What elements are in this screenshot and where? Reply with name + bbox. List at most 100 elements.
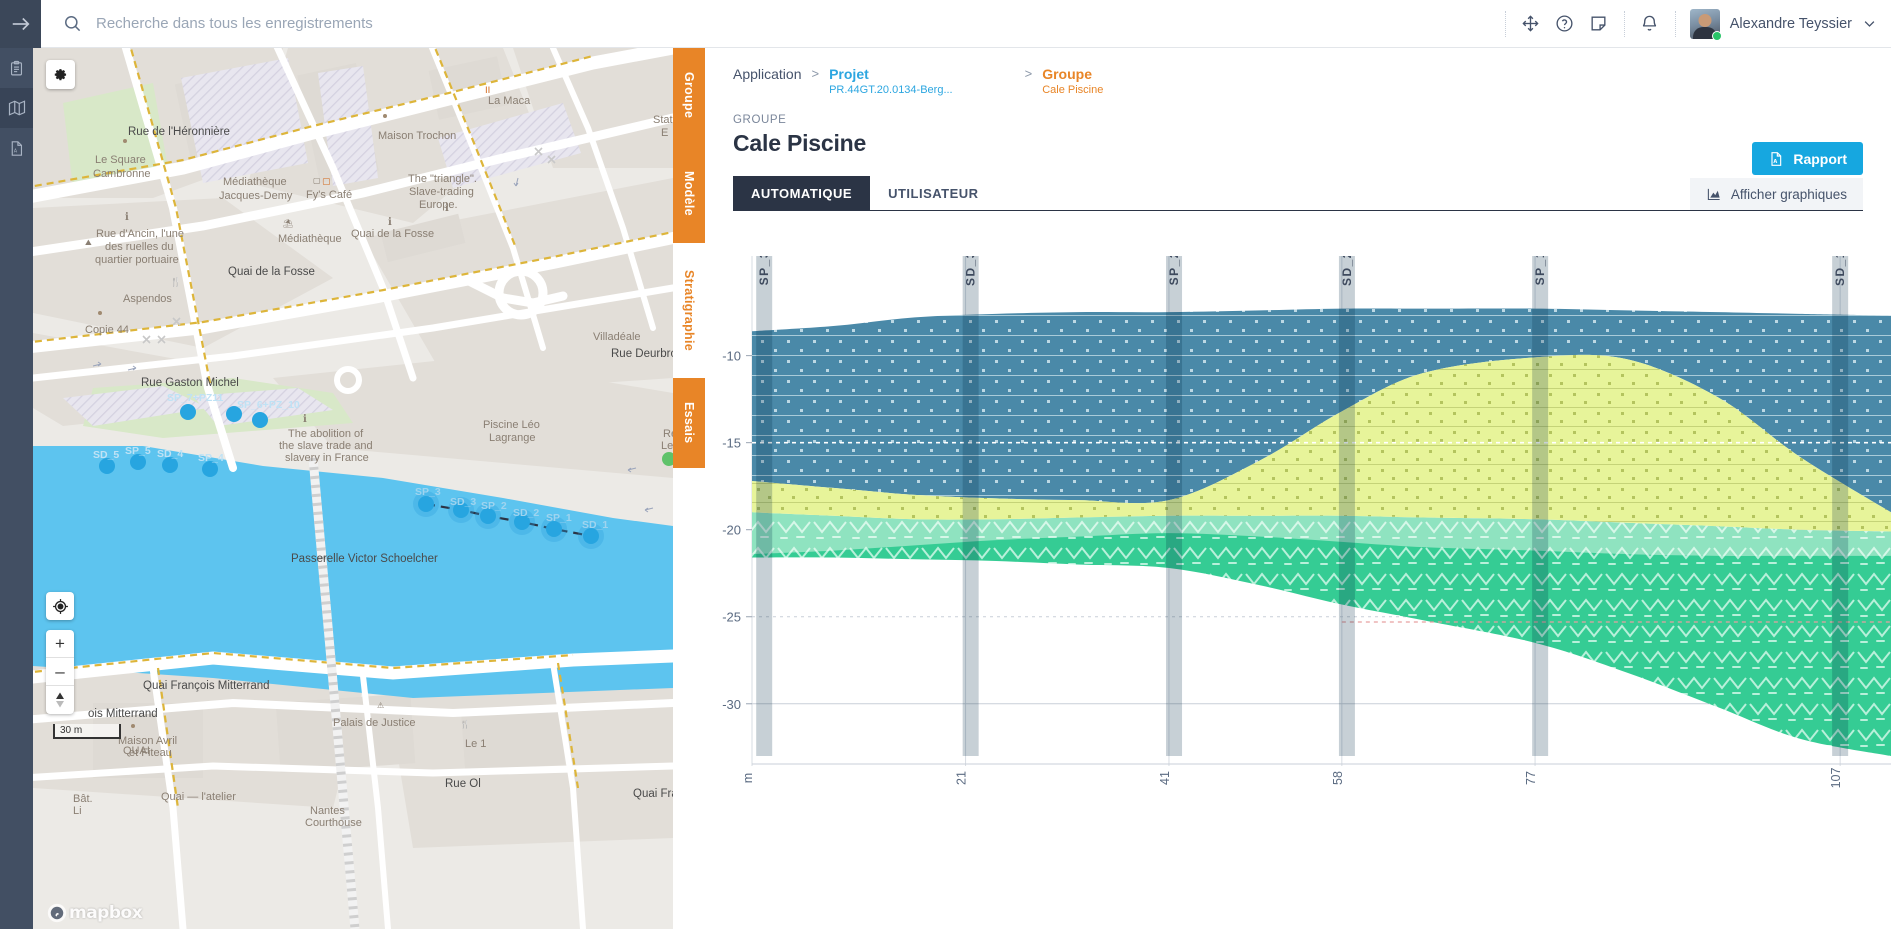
x-tick-label: 21 xyxy=(955,771,969,785)
breadcrumb-project-value: PR.44GT.20.0134-Berg... xyxy=(829,84,953,96)
page-kicker: GROUPE xyxy=(733,114,1863,126)
y-tick-label: -25 xyxy=(722,610,741,625)
map-zoom-out-button[interactable]: – xyxy=(46,658,74,686)
show-graphs-button[interactable]: Afficher graphiques xyxy=(1690,178,1863,210)
report-button[interactable]: A Rapport xyxy=(1752,142,1863,175)
y-tick-label: -20 xyxy=(722,523,741,538)
borehole-marker[interactable] xyxy=(180,404,196,420)
x-tick-label: 107 xyxy=(1829,768,1843,789)
svg-text:⛰: ⛰ xyxy=(85,238,92,247)
map-settings-button[interactable] xyxy=(46,60,75,89)
breadcrumb-project-label: Projet xyxy=(829,66,953,82)
divider xyxy=(1624,11,1625,37)
borehole-marker[interactable] xyxy=(252,412,268,428)
map-canvas: ⅠⅠ 🍴 ▢ i i i i ⛰ ⛱ ▢ ⚠ 🍴 xyxy=(33,48,673,929)
geolocate-icon xyxy=(52,598,69,615)
svg-text:A: A xyxy=(14,148,18,154)
borehole-marker[interactable] xyxy=(99,458,115,474)
borehole-marker[interactable] xyxy=(226,406,242,422)
online-status-dot xyxy=(1712,31,1722,41)
svg-text:▢: ▢ xyxy=(313,176,321,185)
borehole-column[interactable] xyxy=(1532,256,1548,756)
top-bar: Alexandre Teyssier xyxy=(0,0,1891,48)
svg-text:i: i xyxy=(388,217,392,228)
y-tick-label: -10 xyxy=(722,349,741,364)
borehole-marker[interactable] xyxy=(480,508,496,524)
vtab-label: Modèle xyxy=(682,171,696,216)
borehole-marker[interactable] xyxy=(162,457,178,473)
user-name: Alexandre Teyssier xyxy=(1730,16,1852,32)
borehole-column[interactable] xyxy=(1166,256,1182,756)
vtab-stratigraphie[interactable]: Stratigraphie xyxy=(673,243,705,378)
help-icon[interactable] xyxy=(1548,7,1582,41)
borehole-column[interactable] xyxy=(756,256,772,756)
svg-text:A: A xyxy=(1774,158,1778,164)
global-search[interactable] xyxy=(41,0,1497,48)
borehole-top-label: SP_3 xyxy=(757,256,771,285)
vtab-modle[interactable]: Modèle xyxy=(673,143,705,243)
breadcrumb-application[interactable]: Application xyxy=(733,66,802,82)
move-icon[interactable] xyxy=(1514,7,1548,41)
rail-item-map[interactable] xyxy=(0,88,33,128)
search-icon xyxy=(63,14,82,33)
map-panel[interactable]: ⅠⅠ 🍴 ▢ i i i i ⛰ ⛱ ▢ ⚠ 🍴 xyxy=(33,48,673,929)
svg-text:▢: ▢ xyxy=(322,177,331,187)
chart-svg: m21415877107-10-15-20-25-30SP_3SD_3SP_2S… xyxy=(705,256,1891,929)
y-tick-label: -30 xyxy=(722,697,741,712)
vtab-label: Essais xyxy=(682,402,696,443)
svg-text:⛱: ⛱ xyxy=(283,218,293,228)
breadcrumb-separator: > xyxy=(812,66,820,81)
vtab-label: Stratigraphie xyxy=(682,270,696,351)
borehole-column[interactable] xyxy=(963,256,979,756)
svg-text:🍴: 🍴 xyxy=(460,719,470,729)
map-geolocate-button[interactable] xyxy=(46,592,74,620)
borehole-marker[interactable] xyxy=(546,521,562,537)
map-scale-bar: 30 m xyxy=(53,724,121,739)
compass-icon xyxy=(54,691,66,709)
breadcrumb-separator-2: > xyxy=(1025,66,1033,81)
report-button-label: Rapport xyxy=(1793,151,1847,167)
breadcrumb: Application > Projet PR.44GT.20.0134-Ber… xyxy=(733,66,1863,104)
vtab-essais[interactable]: Essais xyxy=(673,378,705,468)
borehole-marker[interactable] xyxy=(202,461,218,477)
pdf-icon: A xyxy=(8,140,25,157)
borehole-top-label: SD_1 xyxy=(1833,256,1847,286)
borehole-column[interactable] xyxy=(1339,256,1355,756)
borehole-top-label: SP_2 xyxy=(1167,256,1181,285)
borehole-marker[interactable] xyxy=(130,454,146,470)
bell-icon[interactable] xyxy=(1633,7,1667,41)
x-tick-label: m xyxy=(741,773,755,783)
rail-item-records[interactable] xyxy=(0,48,33,88)
chevron-down-icon[interactable] xyxy=(1862,16,1877,31)
svg-text:⚠: ⚠ xyxy=(377,701,384,710)
borehole-marker[interactable] xyxy=(418,496,434,512)
cross-section-chart[interactable]: m21415877107-10-15-20-25-30SP_3SD_3SP_2S… xyxy=(705,256,1891,929)
pdf-icon: A xyxy=(1768,151,1784,167)
mapbox-attribution[interactable]: mapbox xyxy=(47,903,142,923)
map-compass-button[interactable] xyxy=(46,686,74,714)
tab-automatique[interactable]: AUTOMATIQUE xyxy=(733,176,870,210)
tab-row: AUTOMATIQUE UTILISATEUR Afficher graphiq… xyxy=(733,177,1863,211)
map-zoom-in-button[interactable]: + xyxy=(46,630,74,658)
map-zoom-controls: + – xyxy=(46,630,74,714)
borehole-marker[interactable] xyxy=(583,528,599,544)
breadcrumb-group[interactable]: Groupe Cale Piscine xyxy=(1042,66,1103,96)
arrow-right-icon xyxy=(10,13,32,35)
rail-item-pdf[interactable]: A xyxy=(0,128,33,168)
gear-icon xyxy=(53,67,69,83)
breadcrumb-project[interactable]: Projet PR.44GT.20.0134-Berg... xyxy=(829,66,953,96)
svg-text:i: i xyxy=(445,203,449,214)
borehole-marker[interactable] xyxy=(514,514,530,530)
sidebar-collapse-button[interactable] xyxy=(0,0,41,48)
avatar[interactable] xyxy=(1690,9,1720,39)
vtab-groupe[interactable]: Groupe xyxy=(673,48,705,143)
note-icon[interactable] xyxy=(1582,7,1616,41)
search-input[interactable] xyxy=(96,15,696,32)
chart-icon xyxy=(1706,187,1722,202)
tab-utilisateur[interactable]: UTILISATEUR xyxy=(870,176,996,210)
svg-text:🍴: 🍴 xyxy=(170,276,181,288)
borehole-marker[interactable] xyxy=(453,502,469,518)
borehole-column[interactable] xyxy=(1832,256,1848,756)
y-tick-label: -15 xyxy=(722,436,741,451)
breadcrumb-group-label: Groupe xyxy=(1042,66,1103,82)
